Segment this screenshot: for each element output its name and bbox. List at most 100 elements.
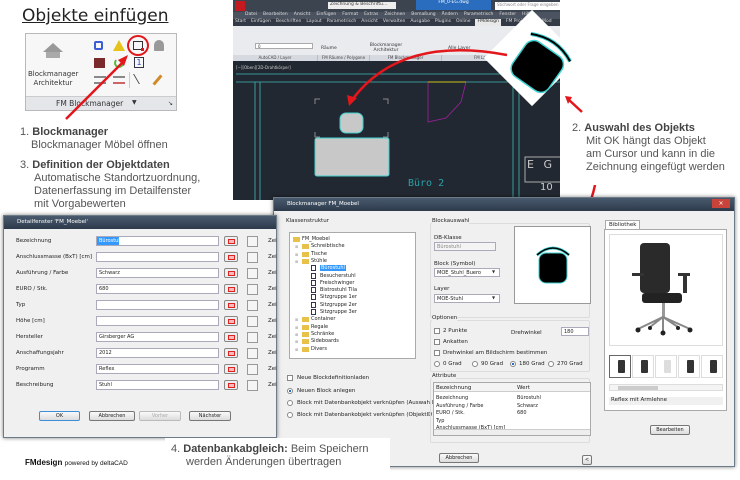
tree-item[interactable]: Schränke xyxy=(311,331,334,337)
field-checkbox[interactable] xyxy=(247,252,258,263)
mode-radio[interactable] xyxy=(287,388,293,394)
tree-item[interactable]: Sitzgruppe 1er xyxy=(320,294,357,300)
screen-angle-checkbox[interactable] xyxy=(434,350,440,356)
column-header[interactable]: Wert xyxy=(517,385,530,391)
class-tree[interactable]: FM_Moebel ⊞ Schreibtische ⊞ Tische ⊞ Stühle Bür… xyxy=(289,232,416,359)
close-button[interactable]: × xyxy=(712,199,730,208)
pick-value-button[interactable] xyxy=(224,300,238,310)
table-cell[interactable]: Bezeichnung xyxy=(436,395,468,401)
expand-icon[interactable]: ⊞ xyxy=(295,332,298,337)
field-input[interactable] xyxy=(96,316,219,326)
table-cell[interactable]: Bürostuhl xyxy=(517,395,541,401)
table-cell[interactable]: 680 xyxy=(517,410,527,416)
drehwinkel-input[interactable]: 180 xyxy=(561,327,589,336)
library-tab[interactable]: Bibliothek xyxy=(605,220,641,229)
collapse-button[interactable]: < xyxy=(582,455,592,465)
chair-thumbnail[interactable] xyxy=(655,355,677,378)
table-cell[interactable]: Ausführung / Farbe xyxy=(436,403,484,409)
field-input[interactable]: 680 xyxy=(96,284,219,294)
field-checkbox[interactable] xyxy=(247,268,258,279)
field-checkbox[interactable] xyxy=(247,364,258,375)
table-cell[interactable]: Schwarz xyxy=(517,403,538,409)
angle-radio[interactable] xyxy=(434,361,440,367)
tree-item[interactable]: Stühle xyxy=(311,258,327,264)
chevron-down-icon[interactable]: ▼ xyxy=(492,269,495,274)
tree-item[interactable]: Bistrostuhl Tila xyxy=(320,287,357,293)
tree-item[interactable]: Container xyxy=(311,316,335,322)
new-definition-checkbox[interactable] xyxy=(287,375,293,381)
tree-item[interactable]: Sideboards xyxy=(311,338,339,344)
expand-icon[interactable]: ⊞ xyxy=(295,317,298,322)
tree-item[interactable]: Besucherstuhl xyxy=(320,273,356,279)
pick-value-button[interactable] xyxy=(224,332,238,342)
tree-item[interactable]: Tische xyxy=(311,251,327,257)
next-button[interactable]: Nächster xyxy=(189,411,231,421)
chair-thumbnail[interactable] xyxy=(678,355,700,378)
field-checkbox[interactable] xyxy=(247,348,258,359)
layer-select[interactable]: MOE-Stuhl xyxy=(434,294,500,303)
field-input[interactable]: 2012 xyxy=(96,348,219,358)
field-input[interactable]: Reflex xyxy=(96,364,219,374)
tree-item[interactable]: FM_Moebel xyxy=(302,236,330,242)
chair-thumbnail[interactable] xyxy=(609,355,631,378)
block-select[interactable]: MOE_Stuhl_Buero xyxy=(434,268,500,277)
edit-button[interactable]: Bearbeiten xyxy=(650,425,690,435)
field-input[interactable] xyxy=(96,300,219,310)
pick-value-button[interactable] xyxy=(224,348,238,358)
mode-radio[interactable] xyxy=(287,412,293,418)
attribute-table[interactable]: Bezeichnung Wert Bezeichnung Bürostuhl Ausfü… xyxy=(433,382,591,436)
chair-thumbnail[interactable] xyxy=(701,355,723,378)
table-scrollbar[interactable] xyxy=(434,429,590,435)
pick-value-button[interactable] xyxy=(224,364,238,374)
tree-item[interactable]: Sitzgruppe 2er xyxy=(320,302,357,308)
pick-value-button[interactable] xyxy=(224,284,238,294)
thumbnail-scrollbar[interactable] xyxy=(609,384,723,391)
chair-thumbnail[interactable] xyxy=(632,355,654,378)
ok-button[interactable]: OK xyxy=(39,411,80,421)
expand-icon[interactable]: ⊞ xyxy=(295,259,298,264)
tree-item[interactable]: Regale xyxy=(311,324,328,330)
expand-icon[interactable]: ⊞ xyxy=(295,325,298,330)
two-points-checkbox[interactable] xyxy=(434,328,440,334)
field-checkbox[interactable] xyxy=(247,316,258,327)
table-cell[interactable]: Typ xyxy=(436,418,444,424)
field-input[interactable]: Stuhl xyxy=(96,380,219,390)
pick-value-button[interactable] xyxy=(224,316,238,326)
pick-value-button[interactable] xyxy=(224,268,238,278)
tree-item[interactable]: Freischwinger xyxy=(320,280,354,286)
pick-value-button[interactable] xyxy=(224,252,238,262)
field-input[interactable] xyxy=(96,252,219,262)
tree-item[interactable]: Schreibtische xyxy=(311,243,345,249)
field-checkbox[interactable] xyxy=(247,300,258,311)
field-input[interactable]: Bürostuhl xyxy=(96,236,219,246)
field-checkbox[interactable] xyxy=(247,236,258,247)
dialog-title: Detailfenster 'FM_Moebel' xyxy=(4,216,276,229)
field-input[interactable]: Schwarz xyxy=(96,268,219,278)
cancel-button[interactable]: Abbrechen xyxy=(89,411,135,421)
expand-icon[interactable]: ⊞ xyxy=(295,252,298,257)
mode-radio[interactable] xyxy=(287,400,293,406)
field-checkbox[interactable] xyxy=(247,332,258,343)
tree-item[interactable]: Sitzgruppe 3er xyxy=(320,309,357,315)
cancel-button[interactable]: Abbrechen xyxy=(439,453,479,463)
angle-radio[interactable] xyxy=(510,361,516,367)
field-checkbox[interactable] xyxy=(247,284,258,295)
chevron-down-icon[interactable]: ▼ xyxy=(492,295,495,300)
mode-label: Block mit Datenbankobjekt verknüpfen (Ob… xyxy=(297,412,435,418)
expand-icon[interactable]: ⊞ xyxy=(295,339,298,344)
angle-radio[interactable] xyxy=(472,361,478,367)
field-input[interactable]: Girsberger AG xyxy=(96,332,219,342)
expand-icon[interactable]: ⊞ xyxy=(295,347,298,352)
prev-button[interactable]: Vorher xyxy=(139,411,181,421)
angle-radio[interactable] xyxy=(548,361,554,367)
column-header[interactable]: Bezeichnung xyxy=(436,385,471,391)
tree-item[interactable]: Divers xyxy=(311,346,327,352)
folder-icon xyxy=(302,346,309,352)
pick-value-button[interactable] xyxy=(224,236,238,246)
tree-item[interactable]: Bürostuhl xyxy=(320,265,346,272)
ankatten-checkbox[interactable] xyxy=(434,339,440,345)
expand-icon[interactable]: ⊞ xyxy=(295,244,298,249)
pick-value-button[interactable] xyxy=(224,380,238,390)
table-cell[interactable]: EURO / Stk. xyxy=(436,410,465,416)
field-checkbox[interactable] xyxy=(247,380,258,391)
